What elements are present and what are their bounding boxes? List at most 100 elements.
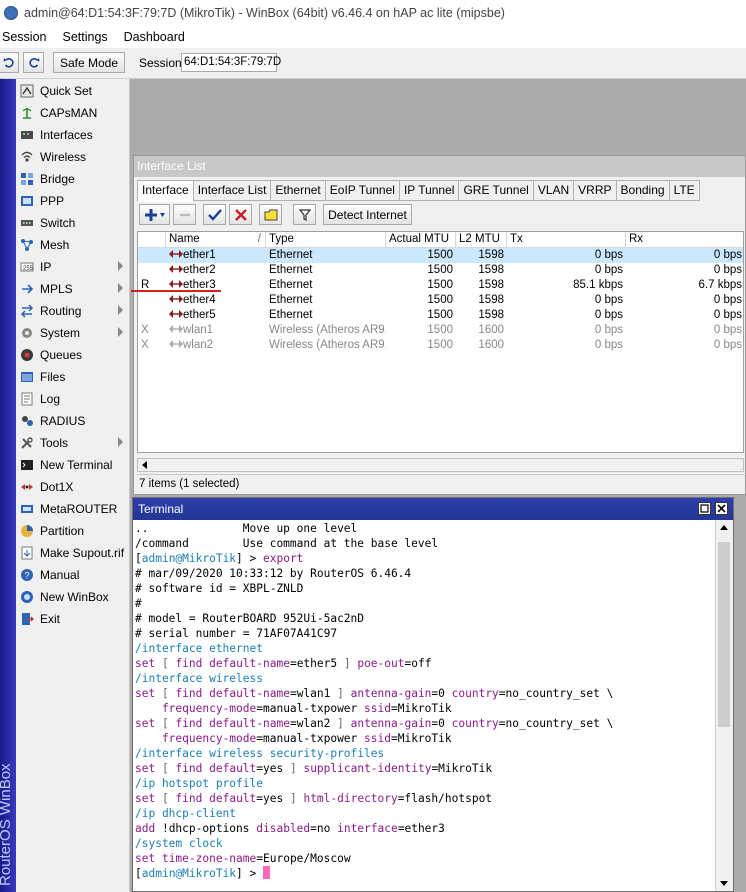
remove-button[interactable] [173, 204, 196, 225]
col-name[interactable]: Name / [166, 232, 266, 247]
col-flag[interactable] [138, 232, 166, 247]
sidebar-item-dot1x[interactable]: Dot1X [16, 476, 129, 498]
cell-type: Wireless (Atheros AR9... [269, 339, 386, 351]
terminal-token: default [202, 762, 257, 775]
terminal-line: # serial number = 71AF07A41C97 [135, 626, 713, 641]
terminal-scrollbar[interactable] [715, 520, 733, 891]
sidebar-item-make-supout[interactable]: Make Supout.rif [16, 542, 129, 564]
sidebar-item-ip[interactable]: 255 IP [16, 256, 129, 278]
sidebar-item-label: Queues [40, 348, 83, 362]
comment-button[interactable] [259, 204, 282, 225]
cell-name: wlan2 [166, 338, 266, 353]
sidebar-item-metarouter[interactable]: MetaROUTER [16, 498, 129, 520]
sidebar-item-new-winbox[interactable]: New WinBox [16, 586, 129, 608]
submenu-arrow-icon [118, 327, 123, 337]
table-row[interactable]: Rether3 Ethernet 1500 1598 85.1 kbps 6.7 kbps [138, 278, 743, 293]
sidebar-item-mpls[interactable]: MPLS [16, 278, 129, 300]
table-row[interactable]: Xwlan2 Wireless (Atheros AR9... 1500 1600 0 … [138, 338, 743, 353]
col-l2-mtu[interactable]: L2 MTU [456, 232, 507, 247]
terminal-token: =MikroTik [390, 732, 452, 745]
table-row[interactable]: ether2 Ethernet 1500 1598 0 bps 0 bps [138, 263, 743, 278]
sidebar-item-manual[interactable]: ? Manual [16, 564, 129, 586]
menu-settings[interactable]: Settings [62, 30, 107, 44]
tab-vrrp[interactable]: VRRP [573, 180, 617, 201]
sidebar-item-label: New Terminal [40, 458, 113, 472]
session-field[interactable]: 64:D1:54:3F:79:7D [181, 53, 281, 72]
sidebar-item-log[interactable]: Log [16, 388, 129, 410]
tab-interface-list[interactable]: Interface List [192, 180, 272, 201]
sidebar-item-tools[interactable]: Tools [16, 432, 129, 454]
switch-icon [21, 220, 33, 226]
sidebar-item-interfaces[interactable]: Interfaces [16, 124, 129, 146]
terminal-line: # [135, 596, 713, 611]
tab-ip-tunnel[interactable]: IP Tunnel [398, 180, 460, 201]
disable-button[interactable] [229, 204, 252, 225]
tab-interface[interactable]: Interface [137, 180, 194, 202]
sidebar-item-new-terminal[interactable]: New Terminal [16, 454, 129, 476]
terminal-line: frequency-mode=manual-txpower ssid=Mikro… [135, 731, 713, 746]
detect-internet-button[interactable]: Detect Internet [323, 204, 412, 225]
sidebar-item-radius[interactable]: RADIUS [16, 410, 129, 432]
svg-text:255: 255 [23, 266, 34, 272]
interface-name: ether2 [183, 264, 216, 276]
sidebar-item-partition[interactable]: Partition [16, 520, 129, 542]
ethernet-interface-icon [169, 310, 183, 318]
table-row[interactable]: Xwlan1 Wireless (Atheros AR9... 1500 1600 0 … [138, 323, 743, 338]
table-row[interactable]: ether4 Ethernet 1500 1598 0 bps 0 bps [138, 293, 743, 308]
enable-button[interactable] [203, 204, 226, 225]
menu-dashboard[interactable]: Dashboard [124, 30, 185, 44]
terminal-token: frequency-mode [135, 702, 257, 715]
sidebar-item-bridge[interactable]: Bridge [16, 168, 129, 190]
col-name-label: Name [169, 233, 200, 245]
col-type[interactable]: Type [266, 232, 386, 247]
sidebar-item-files[interactable]: Files [16, 366, 129, 388]
cell-tx: 0 bps [594, 324, 623, 336]
cell-type: Wireless (Atheros AR9... [269, 324, 386, 336]
undo-button[interactable] [0, 52, 19, 73]
table-row[interactable]: ether1 Ethernet 1500 1598 0 bps 0 bps [138, 248, 743, 263]
tab-gre-tunnel[interactable]: GRE Tunnel [458, 180, 534, 201]
add-button[interactable] [139, 204, 170, 225]
tab-ethernet[interactable]: Ethernet [270, 180, 326, 201]
terminal-output[interactable]: .. Move up one level/command Use command… [135, 521, 713, 891]
terminal-token: /interface ethernet [135, 642, 263, 655]
cell-l2mtu: 1598 [478, 279, 504, 291]
sidebar-item-mesh[interactable]: Mesh [16, 234, 129, 256]
sidebar-item-label: New WinBox [40, 590, 109, 604]
terminal-token: =yes [256, 762, 290, 775]
sidebar-item-switch[interactable]: Switch [16, 212, 129, 234]
safe-mode-button[interactable]: Safe Mode [53, 52, 125, 73]
scrollbar-thumb[interactable] [718, 542, 730, 727]
horizontal-scrollbar[interactable] [137, 458, 744, 472]
sidebar-item-wireless[interactable]: Wireless [16, 146, 129, 168]
terminal-token: /ip dhcp-client [135, 807, 237, 820]
cell-l2mtu: 1600 [478, 324, 504, 336]
cell-mtu: 1500 [427, 324, 453, 336]
cell-rx: 6.7 kbps [698, 279, 742, 291]
col-tx[interactable]: Tx [507, 232, 626, 247]
terminal-token: # serial number = 71AF07A41C97 [135, 627, 338, 640]
cell-mtu: 1500 [427, 309, 453, 321]
tab-lte[interactable]: LTE [668, 180, 700, 201]
table-row[interactable]: ether5 Ethernet 1500 1598 0 bps 0 bps [138, 308, 743, 323]
cell-type: Ethernet [269, 249, 313, 261]
col-rx[interactable]: Rx [626, 232, 743, 247]
filter-button[interactable] [293, 204, 316, 225]
sidebar-item-system[interactable]: System [16, 322, 129, 344]
sidebar-item-routing[interactable]: Routing [16, 300, 129, 322]
close-button[interactable] [715, 502, 728, 515]
sidebar-item-ppp[interactable]: PPP [16, 190, 129, 212]
interface-name: wlan1 [183, 324, 214, 336]
tab-bonding[interactable]: Bonding [615, 180, 670, 201]
tab-vlan[interactable]: VLAN [532, 180, 575, 201]
submenu-arrow-icon [118, 261, 123, 271]
tab-eoip-tunnel[interactable]: EoIP Tunnel [324, 180, 400, 201]
redo-button[interactable] [23, 52, 44, 73]
sidebar-item-queues[interactable]: Queues [16, 344, 129, 366]
menu-session[interactable]: Session [2, 30, 46, 44]
col-actual-mtu[interactable]: Actual MTU [386, 232, 456, 247]
maximize-button[interactable] [698, 502, 711, 515]
sidebar-item-quick-set[interactable]: Quick Set [16, 80, 129, 102]
sidebar-item-exit[interactable]: Exit [16, 608, 129, 630]
sidebar-item-capsman[interactable]: CAPsMAN [16, 102, 129, 124]
